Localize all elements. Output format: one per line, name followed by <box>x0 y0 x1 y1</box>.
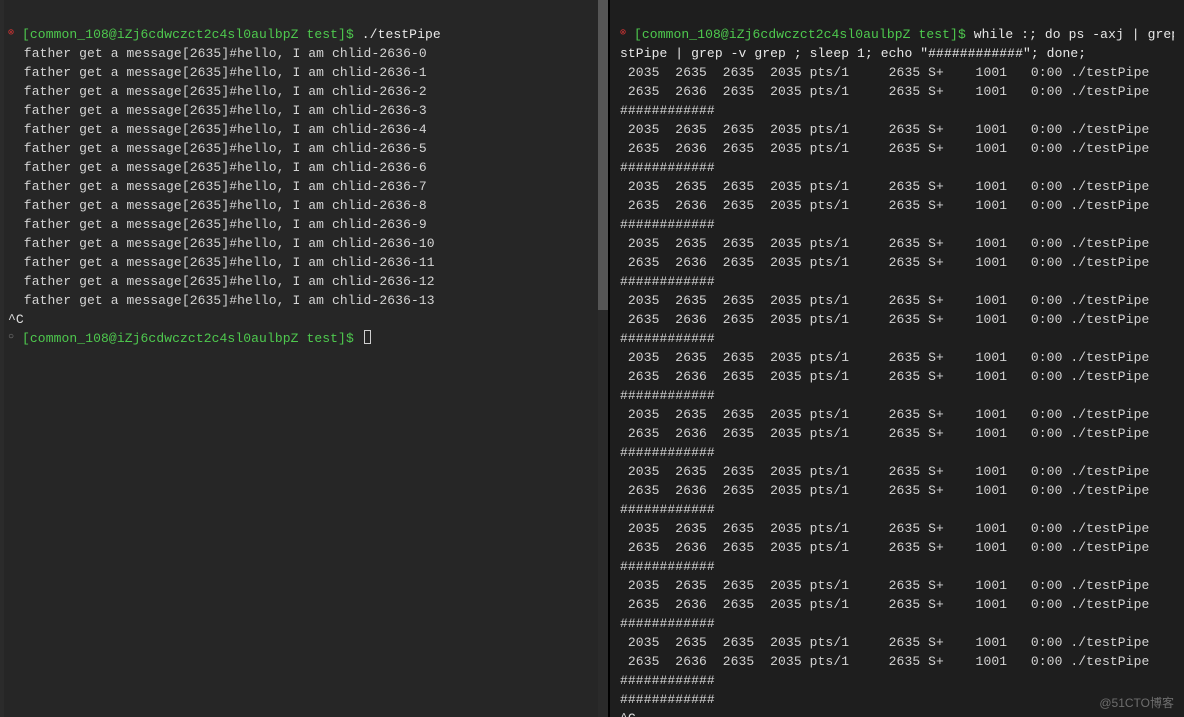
terminal-pane-left[interactable]: ⊗[common_108@iZj6cdwczct2c4sl0aulbpZ tes… <box>0 0 610 717</box>
terminal-content-right[interactable]: ⊗[common_108@iZj6cdwczct2c4sl0aulbpZ tes… <box>610 0 1184 717</box>
scrollbar[interactable] <box>598 0 608 717</box>
circle-x-icon: ⊗ <box>620 24 634 43</box>
interrupt-text: ^C <box>620 711 636 717</box>
shell-prompt: [common_108@iZj6cdwczct2c4sl0aulbpZ test… <box>634 27 974 42</box>
scrollbar-thumb[interactable] <box>598 0 608 310</box>
terminal-content-left[interactable]: ⊗[common_108@iZj6cdwczct2c4sl0aulbpZ tes… <box>0 0 608 354</box>
terminal-pane-right[interactable]: ⊗[common_108@iZj6cdwczct2c4sl0aulbpZ tes… <box>610 0 1184 717</box>
circle-icon: ○ <box>8 328 22 347</box>
split-terminal: ⊗[common_108@iZj6cdwczct2c4sl0aulbpZ tes… <box>0 0 1184 717</box>
command-text: ./testPipe <box>362 27 441 42</box>
scrollbar[interactable] <box>1174 0 1184 717</box>
command-text: while :; do ps -axj | grep <box>974 27 1184 42</box>
output-lines: 2035 2635 2635 2035 pts/1 2635 S+ 1001 0… <box>620 65 1149 707</box>
circle-x-icon: ⊗ <box>8 24 22 43</box>
command-text-line2: stPipe | grep -v grep ; sleep 1; echo "#… <box>620 46 1086 61</box>
cursor <box>364 330 371 344</box>
shell-prompt: [common_108@iZj6cdwczct2c4sl0aulbpZ test… <box>22 27 362 42</box>
interrupt-text: ^C <box>8 312 24 327</box>
gutter <box>0 0 4 717</box>
output-lines: father get a message[2635]#hello, I am c… <box>8 46 435 308</box>
shell-prompt: [common_108@iZj6cdwczct2c4sl0aulbpZ test… <box>22 331 362 346</box>
watermark: @51CTO博客 <box>1099 694 1174 711</box>
